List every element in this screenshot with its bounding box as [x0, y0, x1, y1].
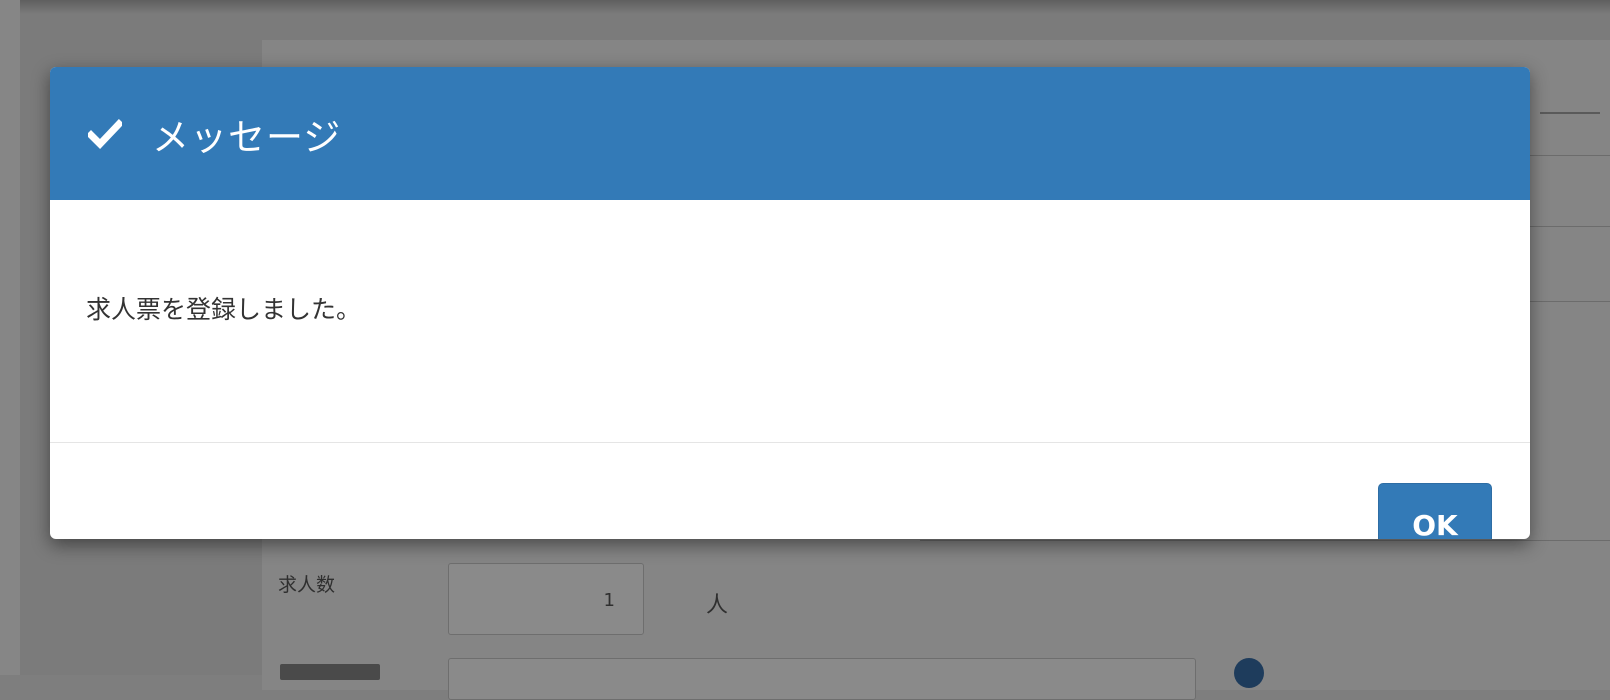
background-top-shadow	[0, 0, 1610, 14]
recruit-count-value: 1	[603, 590, 615, 611]
background-divider	[920, 540, 1610, 541]
background-right-text	[1540, 112, 1600, 114]
ok-button[interactable]: OK	[1378, 483, 1492, 539]
dialog-message: 求人票を登録しました。	[86, 295, 362, 324]
recruit-count-label: 求人数	[278, 574, 336, 596]
dialog-title: メッセージ	[152, 115, 342, 159]
background-partial-label	[280, 664, 380, 680]
background-left-strip	[0, 0, 20, 675]
help-icon[interactable]	[1234, 658, 1264, 688]
dialog-body: 求人票を登録しました。	[50, 200, 1530, 443]
recruit-count-input[interactable]: 1	[448, 563, 644, 635]
dialog-footer: OK	[50, 443, 1530, 539]
recruit-count-unit: 人	[706, 593, 729, 618]
background-text-input[interactable]	[448, 658, 1196, 700]
dialog-header: メッセージ	[50, 67, 1530, 200]
message-dialog: メッセージ 求人票を登録しました。 OK	[50, 67, 1530, 539]
check-icon	[86, 117, 124, 151]
